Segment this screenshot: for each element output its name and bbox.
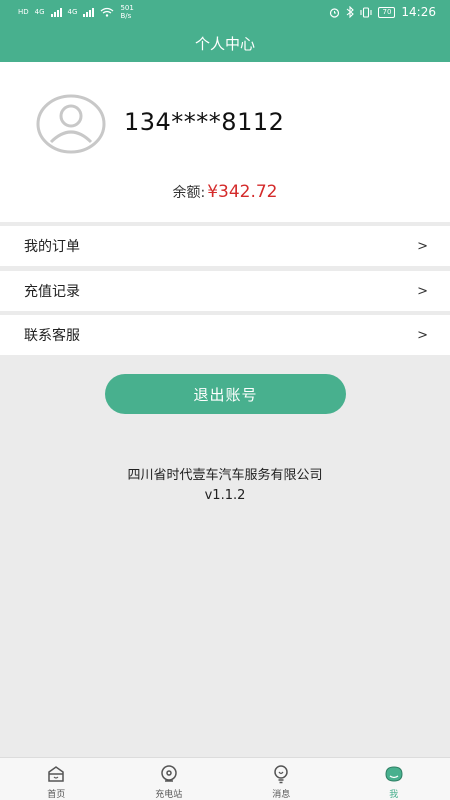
page-title: 个人中心 <box>194 34 255 53</box>
avatar-icon[interactable] <box>36 94 106 154</box>
signal-icon <box>50 7 62 17</box>
me-icon <box>385 766 403 782</box>
tab-label: 充电站 <box>155 790 183 800</box>
page-title-bar: 个人中心 <box>0 24 450 62</box>
tab-messages[interactable]: 消息 <box>225 758 338 800</box>
bulb-icon <box>274 765 288 784</box>
network-label-2: 4G <box>67 8 78 16</box>
status-bar: HD 4G 4G 501 B/s 70 14:26 <box>0 0 450 24</box>
status-right: 70 14:26 <box>329 5 436 19</box>
profile-card: 134****8112 余额: ¥342.72 <box>0 62 450 222</box>
chevron-right-icon: > <box>417 238 428 254</box>
vibrate-icon <box>360 6 373 18</box>
tab-label: 首页 <box>47 790 66 800</box>
balance-value: ¥342.72 <box>207 182 278 202</box>
network-label-1: 4G <box>34 8 45 16</box>
menu-item-contact-service[interactable]: 联系客服 > <box>0 315 450 355</box>
bluetooth-icon <box>347 6 355 18</box>
menu-item-label: 我的订单 <box>24 239 80 255</box>
hd-label: HD <box>18 8 29 16</box>
net-speed-unit: B/s <box>120 12 132 20</box>
chevron-right-icon: > <box>417 327 428 343</box>
tab-charging-station[interactable]: 充电站 <box>113 758 226 800</box>
company-name: 四川省时代壹车汽车服务有限公司 <box>127 468 323 483</box>
menu-item-label: 充值记录 <box>24 284 80 300</box>
wifi-icon <box>101 7 114 17</box>
battery-icon: 70 <box>378 6 396 18</box>
alarm-icon <box>330 7 340 18</box>
user-phone: 134****8112 <box>124 108 285 136</box>
logout-button[interactable]: 退出账号 <box>105 374 346 414</box>
balance-row: 余额: ¥342.72 <box>0 182 450 202</box>
tab-me[interactable]: 我 <box>338 758 450 800</box>
menu-item-recharge-records[interactable]: 充值记录 > <box>0 271 450 311</box>
company-info: 四川省时代壹车汽车服务有限公司 v1.1.2 <box>0 466 450 506</box>
status-left: HD 4G 4G 501 B/s <box>18 4 134 20</box>
menu-item-label: 联系客服 <box>24 328 80 344</box>
tab-label: 消息 <box>272 790 291 800</box>
menu-item-my-orders[interactable]: 我的订单 > <box>0 226 450 266</box>
net-speed: 501 <box>120 4 134 12</box>
bottom-tab-bar: 首页 充电站 消息 我 <box>0 757 450 800</box>
clock: 14:26 <box>401 5 436 19</box>
location-icon <box>161 765 177 782</box>
balance-label: 余额: <box>172 185 206 201</box>
tab-home[interactable]: 首页 <box>0 758 113 800</box>
signal-icon-2 <box>83 7 95 17</box>
app-version: v1.1.2 <box>204 488 246 503</box>
home-icon <box>48 766 64 782</box>
tab-label: 我 <box>389 790 399 800</box>
chevron-right-icon: > <box>417 283 428 299</box>
